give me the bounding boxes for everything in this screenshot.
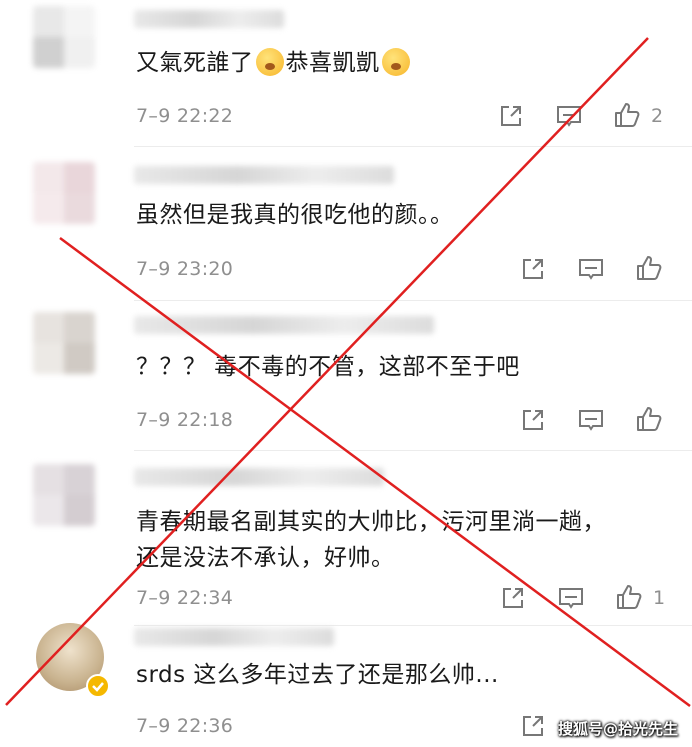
like-count: 1: [653, 587, 666, 609]
thumbs-up-icon[interactable]: [634, 404, 664, 434]
avatar[interactable]: [33, 6, 95, 68]
comment-time: 7–9 22:18: [136, 409, 234, 431]
comment-text: 又氣死誰了 恭喜凱凱: [136, 46, 412, 80]
username[interactable]: [134, 628, 334, 646]
reply-icon[interactable]: [556, 583, 586, 613]
comment-time: 7–9 22:22: [136, 105, 234, 127]
share-icon[interactable]: [518, 711, 548, 741]
username[interactable]: [134, 166, 394, 184]
verified-badge-icon: [86, 674, 110, 698]
share-icon[interactable]: [518, 254, 548, 284]
fearful-face-emoji: [255, 48, 284, 76]
comment-text: ？？？ 毒不毒的不管，这部不至于吧: [136, 354, 520, 380]
comment-text: 虽然但是我真的很吃他的颜。。: [136, 202, 454, 228]
like-count: 2: [651, 105, 664, 127]
avatar[interactable]: [33, 162, 95, 224]
comment-time: 7–9 22:34: [136, 587, 234, 609]
share-icon[interactable]: [498, 583, 528, 613]
username[interactable]: [134, 316, 434, 334]
username[interactable]: [134, 468, 384, 486]
thumbs-up-icon[interactable]: [634, 253, 664, 283]
reply-icon[interactable]: [576, 254, 606, 284]
avatar[interactable]: [33, 464, 95, 526]
watermark: 搜狐号@拾光先生: [557, 720, 678, 738]
share-icon[interactable]: [496, 101, 526, 131]
comment-text-line-2: 还是没法不承认，好帅。: [136, 545, 395, 571]
divider: [134, 625, 692, 626]
divider: [134, 300, 692, 301]
share-icon[interactable]: [518, 405, 548, 435]
thinking-face-emoji: [381, 48, 410, 76]
username[interactable]: [134, 10, 284, 28]
comment-text-line-1: 青春期最名副其实的大帅比，污河里淌一趟，: [136, 509, 606, 535]
comment-text: srds 这么多年过去了还是那么帅...: [136, 662, 499, 688]
thumbs-up-icon[interactable]: [614, 582, 644, 612]
avatar[interactable]: [33, 312, 95, 374]
reply-icon[interactable]: [576, 405, 606, 435]
thumbs-up-icon[interactable]: [612, 100, 642, 130]
divider: [134, 450, 692, 451]
reply-icon[interactable]: [554, 101, 584, 131]
comment-time: 7–9 23:20: [136, 258, 234, 280]
comment-time: 7–9 22:36: [136, 715, 234, 737]
divider: [134, 146, 692, 147]
